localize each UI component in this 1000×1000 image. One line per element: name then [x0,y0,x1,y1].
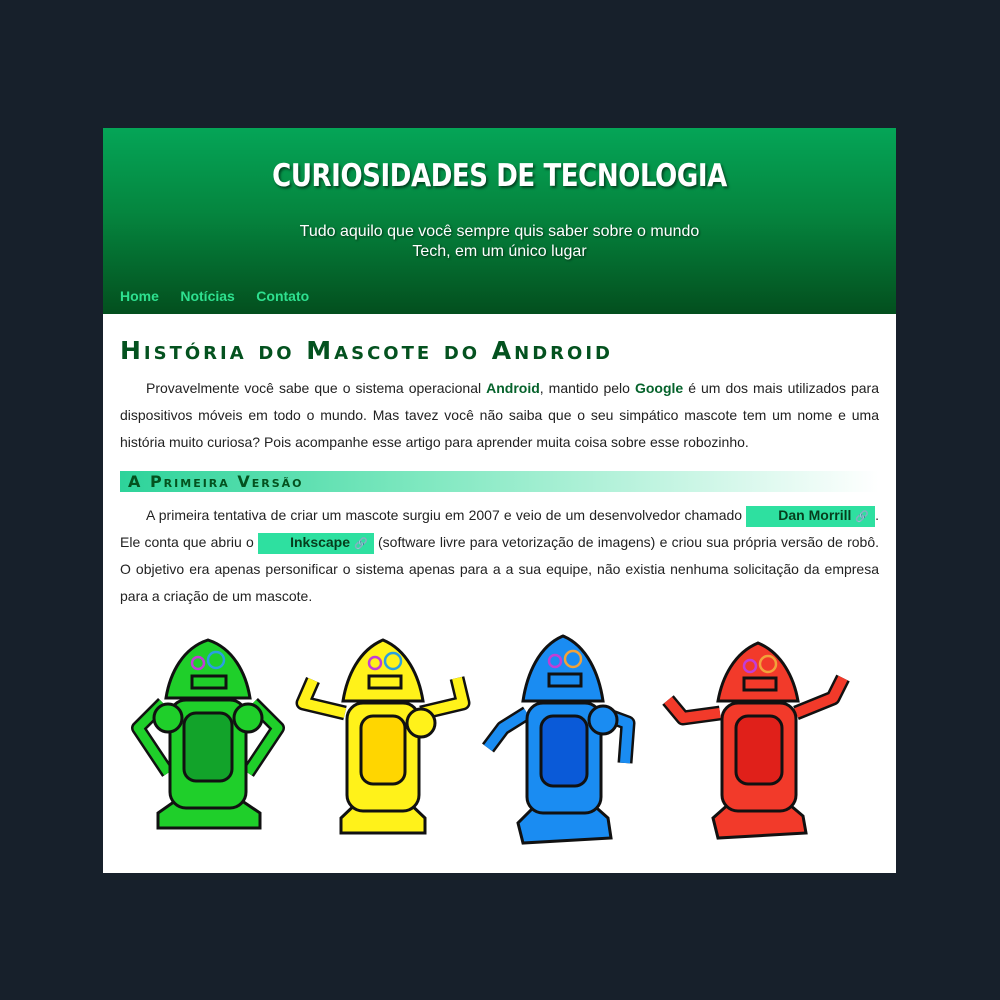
site-subtitle: Tudo aquilo que você sempre quis saber s… [299,223,700,260]
section-title: A Primeira Versão [120,471,879,492]
blue-robot [482,634,636,845]
nav-contato-link[interactable]: Contato [256,288,309,304]
inkscape-link[interactable]: Inkscape 🔗 [258,533,374,554]
dan-morrill-link[interactable]: Dan Morrill 🔗 [746,506,876,527]
red-robot [662,641,850,840]
external-link-icon: 🔗 [354,538,368,550]
robot-mascots-illustration [131,634,850,845]
green-robot [131,638,285,830]
site-title: CURIOSIDADES DE TECNOLOGIA [272,158,727,194]
article: História do Mascote do Android Provavelm… [103,336,896,610]
dan-morrill-label: Dan Morrill [778,507,852,523]
site-header: CURIOSIDADES DE TECNOLOGIA Tudo aquilo q… [103,128,896,314]
main-nav: Home Notícias Contato [120,288,326,306]
nav-noticias-link[interactable]: Notícias [180,288,234,304]
section-text-1: A primeira tentativa de criar um mascote… [146,507,747,523]
page: CURIOSIDADES DE TECNOLOGIA Tudo aquilo q… [103,128,896,873]
external-link-icon: 🔗 [855,511,870,523]
yellow-robot [295,638,471,835]
nav-home-link[interactable]: Home [120,288,159,304]
inkscape-label: Inkscape [290,534,351,550]
intro-text-1: Provavelmente você sabe que o sistema op… [146,380,487,396]
google-term: Google [634,380,684,396]
android-term: Android [486,380,540,396]
article-title: História do Mascote do Android [120,336,613,365]
intro-paragraph: Provavelmente você sabe que o sistema op… [120,375,879,456]
intro-text-2: , mantido pelo [539,380,635,396]
section-paragraph: A primeira tentativa de criar um mascote… [120,502,879,610]
